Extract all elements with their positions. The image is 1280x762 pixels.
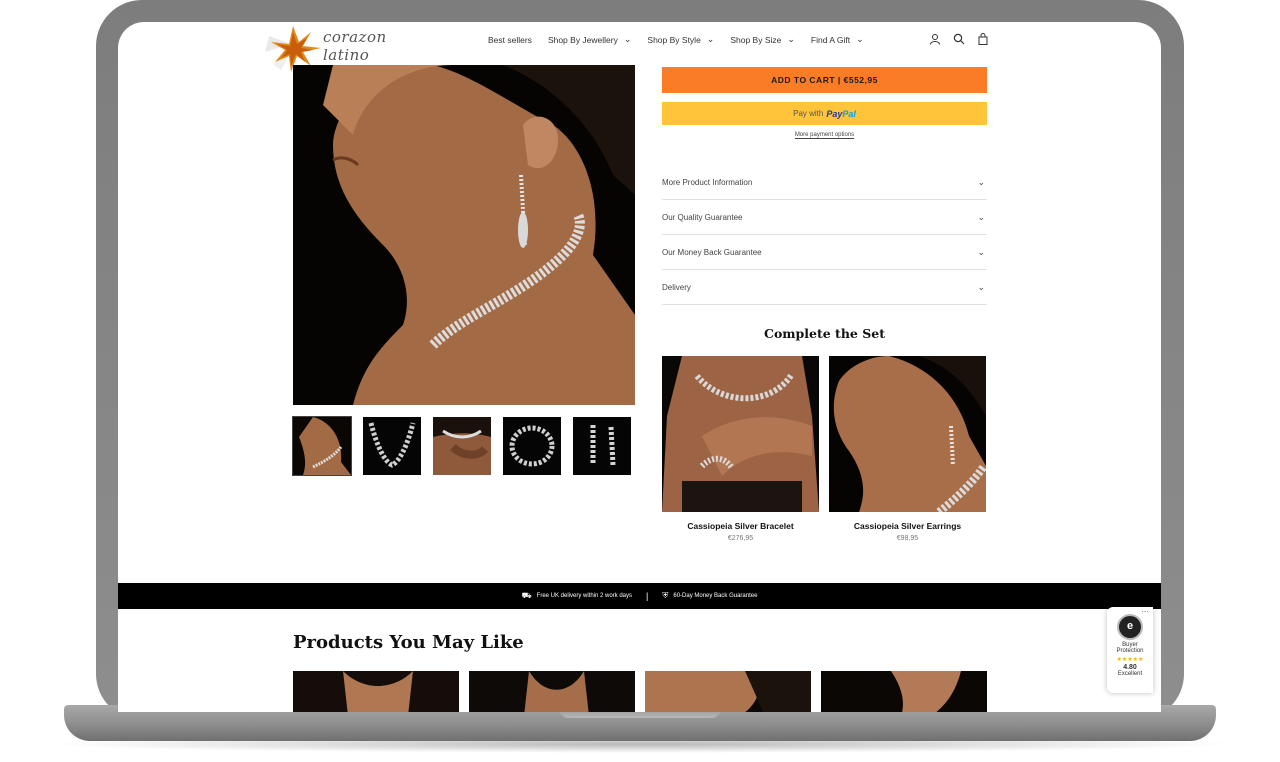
thumbnail-1[interactable] xyxy=(292,416,352,476)
info-bar-divider: | xyxy=(646,591,649,601)
recommendation-image[interactable] xyxy=(821,671,987,712)
chevron-down-icon: ⌄ xyxy=(977,281,985,292)
complete-the-set-title: Complete the Set xyxy=(764,326,885,341)
rating-stars: ★★★★★ xyxy=(1116,657,1144,663)
nav-item-find-a-gift[interactable]: Find A Gift ⌄ xyxy=(811,34,864,45)
model-necklace-illustration xyxy=(293,65,635,405)
nav-label: Shop By Jewellery xyxy=(547,34,618,45)
account-icon[interactable] xyxy=(928,32,942,46)
more-payment-options-link[interactable]: More payment options xyxy=(794,132,855,139)
accordion-label: More Product Information xyxy=(662,177,753,187)
chevron-down-icon: ⌄ xyxy=(706,34,715,44)
trust-badge[interactable]: ⋯ e Buyer Protection ★★★★★ 4.80 Excellen… xyxy=(1107,607,1153,693)
main-nav: Best sellers Shop By Jewellery ⌄ Shop By … xyxy=(488,34,880,45)
rating-score: 4.80 xyxy=(1123,664,1137,671)
delivery-truck-icon: ⛟ xyxy=(521,591,532,600)
thumbnail-5[interactable] xyxy=(573,417,631,475)
product-accordion: More Product Information ⌄ Our Quality Gu… xyxy=(662,165,987,305)
nav-label: Find A Gift xyxy=(810,34,851,45)
thumbnail-4[interactable] xyxy=(503,417,561,475)
search-icon[interactable] xyxy=(952,32,966,46)
more-payment-options: More payment options xyxy=(662,132,987,139)
recommendation-image[interactable] xyxy=(645,671,811,712)
set-product-price: €98,95 xyxy=(896,535,919,542)
set-product-price: €276,95 xyxy=(727,535,754,542)
thumbnail-3[interactable] xyxy=(433,417,491,475)
nav-label: Shop By Style xyxy=(647,34,701,45)
paypal-logo-pay: Pay xyxy=(826,108,843,119)
set-product-image[interactable] xyxy=(662,356,819,512)
recommendations-row xyxy=(293,671,987,712)
add-to-cart-button[interactable]: ADD TO CART | €552,95 xyxy=(662,67,987,93)
accordion-money-back-guarantee[interactable]: Our Money Back Guarantee ⌄ xyxy=(662,235,987,270)
info-bar-delivery-text: Free UK delivery within 2 work days xyxy=(536,593,633,599)
nav-label: Best sellers xyxy=(488,34,532,45)
nav-label: Shop By Size xyxy=(730,34,782,45)
set-product-card[interactable]: Cassiopeia Silver Earrings €98,95 xyxy=(829,356,986,542)
nav-item-shop-by-jewellery[interactable]: Shop By Jewellery ⌄ xyxy=(548,34,631,45)
thumbnail-2[interactable] xyxy=(363,417,421,475)
set-product-name[interactable]: Cassiopeia Silver Earrings xyxy=(829,521,986,531)
recommendation-image[interactable] xyxy=(469,671,635,712)
recommendation-image[interactable] xyxy=(293,671,459,712)
info-bar: ⛟ Free UK delivery within 2 work days | … xyxy=(118,583,1161,609)
badge-line-2: Protection xyxy=(1116,648,1144,654)
more-options-icon[interactable]: ⋯ xyxy=(1141,607,1149,616)
accordion-quality-guarantee[interactable]: Our Quality Guarantee ⌄ xyxy=(662,200,987,235)
cart-icon[interactable] xyxy=(976,32,990,46)
trusted-shops-seal-icon: e xyxy=(1117,614,1143,640)
paypal-logo-pal: Pal xyxy=(842,108,856,119)
chevron-down-icon: ⌄ xyxy=(623,34,632,44)
brand-name: corazon latino xyxy=(323,28,387,64)
accordion-label: Our Money Back Guarantee xyxy=(662,247,762,257)
nav-item-best-sellers[interactable]: Best sellers xyxy=(488,34,532,45)
accordion-delivery[interactable]: Delivery ⌄ xyxy=(662,270,987,305)
shield-icon: ⛨ xyxy=(662,591,669,600)
accordion-more-product-information[interactable]: More Product Information ⌄ xyxy=(662,165,987,200)
chevron-down-icon: ⌄ xyxy=(977,176,985,187)
accordion-label: Delivery xyxy=(662,282,691,292)
thumbnail-strip xyxy=(292,416,631,476)
recommendations-title: Products You May Like xyxy=(293,632,524,653)
product-main-image[interactable] xyxy=(293,65,635,405)
set-product-card[interactable]: Cassiopeia Silver Bracelet €276,95 xyxy=(662,356,819,542)
chevron-down-icon: ⌄ xyxy=(856,34,864,44)
chevron-down-icon: ⌄ xyxy=(977,211,985,222)
set-product-name[interactable]: Cassiopeia Silver Bracelet xyxy=(662,521,819,531)
nav-item-shop-by-size[interactable]: Shop By Size ⌄ xyxy=(730,34,795,45)
paypal-button[interactable]: Pay with Pay Pal xyxy=(662,102,987,125)
chevron-down-icon: ⌄ xyxy=(787,34,795,44)
laptop-screen: corazon latino Best sellers Shop By Jewe… xyxy=(118,22,1161,712)
paypal-prefix: Pay with xyxy=(793,109,824,118)
accordion-label: Our Quality Guarantee xyxy=(662,212,743,222)
nav-item-shop-by-style[interactable]: Shop By Style ⌄ xyxy=(647,34,714,45)
chevron-down-icon: ⌄ xyxy=(977,246,985,257)
rating-text: Excellent xyxy=(1117,671,1143,677)
header-icons xyxy=(928,32,990,46)
info-bar-guarantee-text: 60-Day Money Back Guarantee xyxy=(673,593,758,599)
set-product-image[interactable] xyxy=(829,356,986,512)
